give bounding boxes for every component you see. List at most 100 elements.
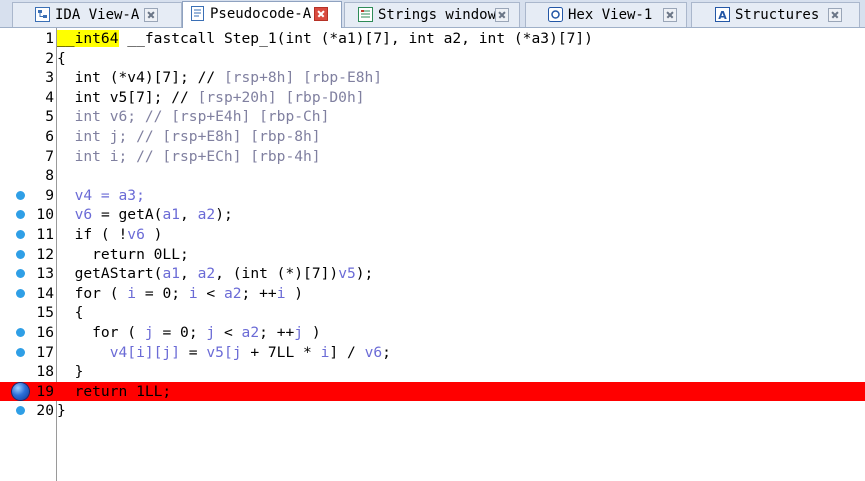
code-text[interactable]: return 0LL; bbox=[57, 245, 189, 265]
close-tab-icon[interactable] bbox=[828, 8, 842, 22]
code-line[interactable]: 18 } bbox=[0, 362, 865, 382]
close-tab-icon[interactable] bbox=[495, 8, 509, 22]
code-line[interactable]: 1 __int64 __fastcall Step_1(int (*a1)[7],… bbox=[0, 29, 865, 49]
code-line[interactable]: 17 v4[i][j] = v5[j + 7LL * i] / v6; bbox=[0, 343, 865, 363]
code-text[interactable]: for ( j = 0; j < a2; ++j ) bbox=[57, 323, 321, 343]
code-line[interactable]: 7 int i; // [rsp+ECh] [rbp-4h] bbox=[0, 147, 865, 167]
line-number: 7 bbox=[45, 147, 54, 165]
code-token: ) bbox=[303, 324, 321, 341]
code-token: + 7LL * bbox=[241, 343, 321, 361]
executable-line-dot-icon[interactable] bbox=[16, 249, 25, 259]
code-token: j bbox=[144, 324, 154, 341]
code-token: ] / bbox=[329, 343, 365, 361]
code-token: a2 bbox=[241, 324, 260, 341]
code-line[interactable]: 14 for ( i = 0; i < a2; ++i ) bbox=[0, 284, 865, 304]
code-line[interactable]: 11 if ( !v6 ) bbox=[0, 225, 865, 245]
code-text[interactable]: int v5[7]; // [rsp+20h] [rbp-D0h] bbox=[57, 88, 365, 108]
code-line[interactable]: 4 int v5[7]; // [rsp+20h] [rbp-D0h] bbox=[0, 88, 865, 108]
code-token: i bbox=[188, 284, 198, 302]
code-text[interactable]: v6 = getA(a1, a2); bbox=[57, 205, 233, 225]
code-line[interactable]: 20} bbox=[0, 401, 865, 421]
code-line[interactable]: 16 for ( j = 0; j < a2; ++j ) bbox=[0, 323, 865, 343]
code-text[interactable]: int i; // [rsp+ECh] [rbp-4h] bbox=[57, 147, 321, 167]
code-text[interactable]: } bbox=[57, 401, 66, 421]
code-line[interactable]: 6 int j; // [rsp+E8h] [rbp-8h] bbox=[0, 127, 865, 147]
code-token: ) bbox=[144, 226, 163, 243]
code-line[interactable]: 12 return 0LL; bbox=[0, 245, 865, 265]
structures-tab[interactable]: A Structures bbox=[691, 2, 860, 27]
executable-line-dot-icon[interactable] bbox=[16, 328, 25, 337]
executable-line-dot-icon[interactable] bbox=[16, 288, 25, 298]
tab-label: IDA View-A bbox=[55, 7, 140, 23]
code-token: a2 bbox=[197, 206, 216, 224]
tab-label: Structures bbox=[735, 7, 820, 23]
code-token: } bbox=[57, 402, 66, 420]
code-token: a2 bbox=[197, 265, 216, 283]
pseudocode-editor[interactable]: 1 __int64 __fastcall Step_1(int (*a1)[7],… bbox=[0, 28, 865, 481]
code-text[interactable]: int v6; // [rsp+E4h] [rbp-Ch] bbox=[57, 107, 330, 127]
executable-line-dot-icon[interactable] bbox=[16, 210, 25, 220]
tab-label: Pseudocode-A bbox=[210, 6, 312, 22]
code-text[interactable]: v4[i][j] = v5[j + 7LL * i] / v6; bbox=[57, 343, 391, 363]
executable-line-dot-icon[interactable] bbox=[16, 230, 25, 239]
code-token: a1 bbox=[162, 206, 181, 224]
line-number: 17 bbox=[36, 343, 54, 361]
code-text[interactable]: } bbox=[57, 362, 84, 382]
code-text[interactable]: for ( i = 0; i < a2; ++i ) bbox=[57, 284, 304, 304]
strings-tab[interactable]: Strings window bbox=[344, 2, 520, 27]
code-text[interactable]: int j; // [rsp+E8h] [rbp-8h] bbox=[57, 127, 321, 147]
executable-line-dot-icon[interactable] bbox=[16, 269, 25, 279]
structures-icon: A bbox=[715, 7, 730, 22]
code-token: if ( ! bbox=[57, 226, 128, 243]
close-tab-icon[interactable] bbox=[663, 8, 677, 22]
code-token: v6 bbox=[127, 226, 145, 243]
code-token: < bbox=[197, 284, 224, 302]
code-text[interactable]: { bbox=[57, 303, 84, 323]
code-token: a1 bbox=[162, 265, 181, 283]
code-line[interactable]: 13 getAStart(a1, a2, (int (*)[7])v5); bbox=[0, 264, 865, 284]
code-token: { bbox=[57, 304, 84, 322]
code-line[interactable]: 5 int v6; // [rsp+E4h] [rbp-Ch] bbox=[0, 107, 865, 127]
line-number: 12 bbox=[36, 245, 54, 263]
hex-view-icon bbox=[548, 7, 563, 22]
code-text[interactable]: __int64 __fastcall Step_1(int (*a1)[7], … bbox=[57, 29, 593, 49]
code-token: [rsp+20h] [rbp-D0h] bbox=[197, 88, 365, 106]
code-text[interactable]: int (*v4)[7]; // [rsp+8h] [rbp-E8h] bbox=[57, 68, 383, 88]
code-token: < bbox=[215, 324, 242, 341]
code-token: ); bbox=[355, 265, 374, 283]
code-line[interactable]: 15 { bbox=[0, 303, 865, 323]
code-line[interactable]: 8 bbox=[0, 166, 865, 186]
code-text[interactable]: v4 = a3; bbox=[57, 186, 145, 206]
code-token: for ( bbox=[57, 324, 145, 341]
code-line[interactable]: 3 int (*v4)[7]; // [rsp+8h] [rbp-E8h] bbox=[0, 68, 865, 88]
executable-line-dot-icon[interactable] bbox=[16, 406, 25, 416]
close-tab-icon[interactable] bbox=[144, 8, 158, 22]
code-token: = bbox=[180, 343, 207, 361]
executable-line-dot-icon[interactable] bbox=[16, 347, 25, 357]
executable-line-dot-icon[interactable] bbox=[16, 190, 25, 200]
code-text[interactable]: { bbox=[57, 49, 66, 69]
code-token: for ( bbox=[57, 284, 128, 302]
tab-label: Strings window bbox=[378, 7, 497, 23]
code-text[interactable]: return 1LL; bbox=[57, 382, 172, 402]
code-token: j bbox=[294, 324, 304, 341]
code-token: return 1LL; bbox=[57, 382, 172, 400]
hex-view-tab[interactable]: Hex View-1 bbox=[525, 2, 687, 27]
code-token: ; ++ bbox=[241, 284, 277, 302]
line-number: 13 bbox=[36, 265, 54, 283]
pseudocode-icon bbox=[190, 6, 205, 21]
code-token: = 0; bbox=[136, 284, 189, 302]
code-line[interactable]: 9 v4 = a3; bbox=[0, 186, 865, 206]
code-token: int j; // [rsp+E8h] [rbp-8h] bbox=[57, 128, 321, 145]
code-token: { bbox=[57, 49, 66, 67]
code-token: int i; // [rsp+ECh] [rbp-4h] bbox=[57, 147, 321, 165]
code-token: , bbox=[180, 265, 198, 283]
pseudocode-tab[interactable]: Pseudocode-A bbox=[182, 1, 342, 28]
code-text[interactable]: if ( !v6 ) bbox=[57, 225, 163, 245]
code-line[interactable]: 2{ bbox=[0, 49, 865, 69]
close-tab-icon[interactable] bbox=[314, 7, 328, 21]
code-text[interactable]: getAStart(a1, a2, (int (*)[7])v5); bbox=[57, 264, 374, 284]
code-line-breakpoint[interactable]: 19 return 1LL; bbox=[0, 381, 865, 402]
code-line[interactable]: 10 v6 = getA(a1, a2); bbox=[0, 205, 865, 225]
ida-view-tab[interactable]: IDA View-A bbox=[12, 2, 182, 27]
